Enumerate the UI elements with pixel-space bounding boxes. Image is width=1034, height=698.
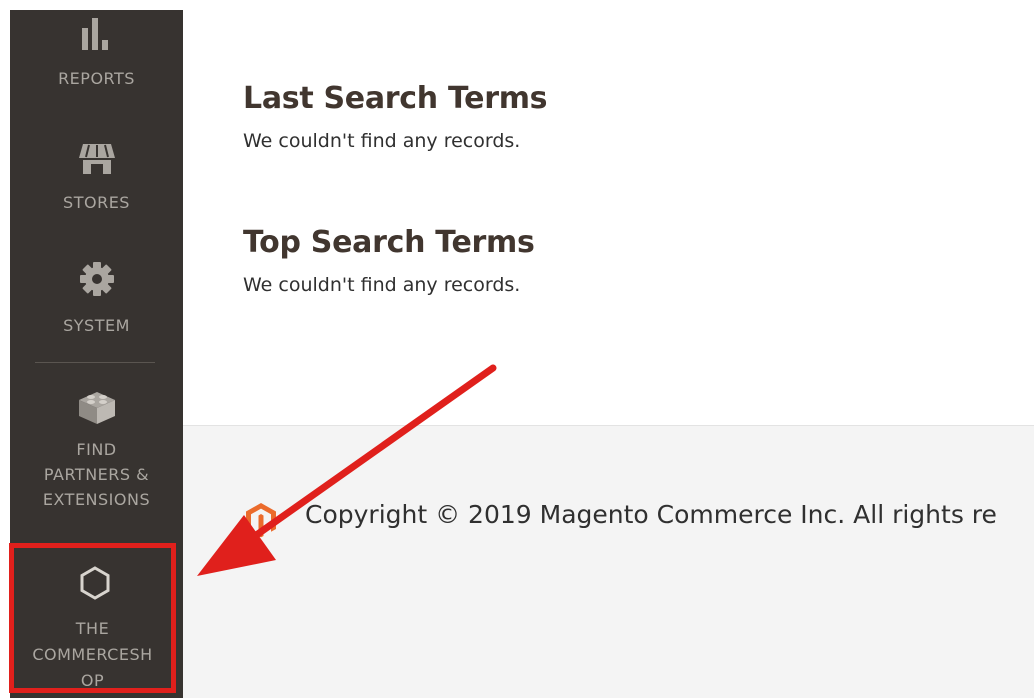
- sidebar-item-label: SYSTEM: [63, 316, 130, 335]
- sidebar-item-stores[interactable]: STORES: [10, 130, 183, 230]
- hexagon-icon: [80, 566, 110, 600]
- sidebar-item-the-commerceshop[interactable]: THE COMMERCESH OP: [9, 543, 176, 693]
- last-search-terms-title: Last Search Terms: [243, 81, 548, 116]
- sidebar-item-find-partners-extensions[interactable]: FIND PARTNERS & EXTENSIONS: [10, 380, 183, 530]
- storefront-icon: [78, 144, 115, 174]
- last-search-terms-empty-message: We couldn't find any records.: [243, 130, 521, 152]
- top-search-terms-empty-message: We couldn't find any records.: [243, 274, 521, 296]
- sidebar-item-label-line-1: FIND: [76, 440, 117, 459]
- main-content: Last Search Terms We couldn't find any r…: [183, 0, 1034, 698]
- top-search-terms-title: Top Search Terms: [243, 225, 535, 260]
- magento-logo-icon: [246, 503, 276, 538]
- sidebar-item-reports[interactable]: REPORTS: [10, 10, 183, 110]
- sidebar-item-system[interactable]: SYSTEM: [10, 255, 183, 355]
- sidebar-item-label: REPORTS: [58, 69, 135, 88]
- admin-page: REPORTS STORES SYSTEM FIND PARTNERS & EX…: [0, 0, 1034, 698]
- sidebar-item-label-line-3: OP: [80, 671, 105, 690]
- sidebar-item-label: STORES: [63, 193, 130, 212]
- copyright-text: Copyright © 2019 Magento Commerce Inc. A…: [305, 500, 997, 529]
- sidebar-item-label-line-3: EXTENSIONS: [42, 490, 151, 509]
- sidebar-item-label-line-2: PARTNERS &: [43, 465, 150, 484]
- bar-chart-icon: [81, 18, 108, 50]
- sidebar-item-label-line-2: COMMERCESH: [32, 645, 153, 664]
- page-footer: Copyright © 2019 Magento Commerce Inc. A…: [183, 425, 1034, 698]
- sidebar-item-label-line-1: THE: [75, 619, 110, 638]
- lego-brick-icon: [78, 392, 115, 424]
- gear-icon: [79, 262, 114, 296]
- sidebar-divider: [35, 362, 155, 363]
